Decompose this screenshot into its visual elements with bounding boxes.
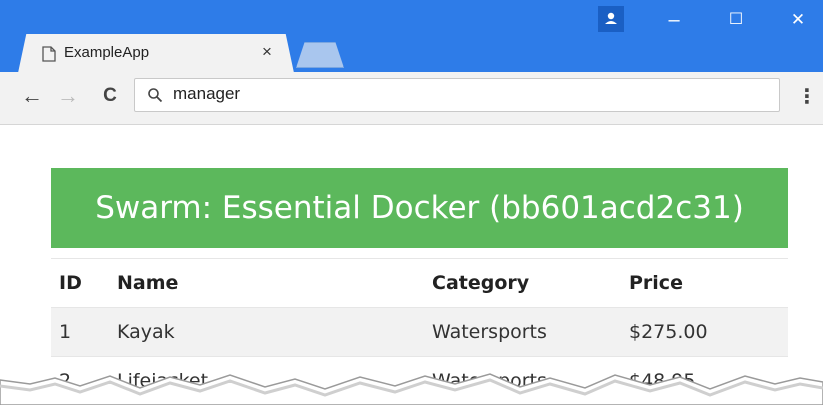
header-id: ID xyxy=(51,258,109,308)
cell-id: 1 xyxy=(51,307,109,357)
minimize-button[interactable]: – xyxy=(654,8,694,32)
cell-name: Kayak xyxy=(109,307,424,357)
table-header-row: ID Name Category Price xyxy=(51,258,788,308)
page-banner: Swarm: Essential Docker (bb601acd2c31) xyxy=(51,168,788,248)
browser-tab[interactable]: ExampleApp × xyxy=(18,34,294,73)
address-bar[interactable]: manager xyxy=(134,78,780,112)
header-category: Category xyxy=(424,258,621,308)
header-price: Price xyxy=(621,258,788,308)
browser-titlebar: ExampleApp × – ☐ ✕ xyxy=(0,0,823,73)
torn-edge xyxy=(0,373,823,405)
close-window-button[interactable]: ✕ xyxy=(778,8,818,32)
address-text: manager xyxy=(173,84,241,103)
cell-price: $275.00 xyxy=(621,307,788,357)
browser-toolbar: ← → C manager ⋮ xyxy=(0,72,823,125)
tab-close-button[interactable]: × xyxy=(258,42,276,62)
reload-button[interactable]: C xyxy=(96,82,124,110)
browser-menu-button[interactable]: ⋮ xyxy=(797,84,817,110)
cell-category: Watersports xyxy=(424,307,621,357)
page-icon xyxy=(42,46,56,62)
profile-icon xyxy=(605,12,617,24)
maximize-button[interactable]: ☐ xyxy=(716,8,756,32)
profile-button[interactable] xyxy=(598,6,624,32)
search-icon xyxy=(148,88,163,103)
back-button[interactable]: ← xyxy=(18,82,46,110)
new-tab-button[interactable] xyxy=(296,42,344,68)
header-name: Name xyxy=(109,258,424,308)
tab-title: ExampleApp xyxy=(64,44,150,61)
table-row: 1 Kayak Watersports $275.00 xyxy=(51,307,788,357)
forward-button[interactable]: → xyxy=(54,82,82,110)
